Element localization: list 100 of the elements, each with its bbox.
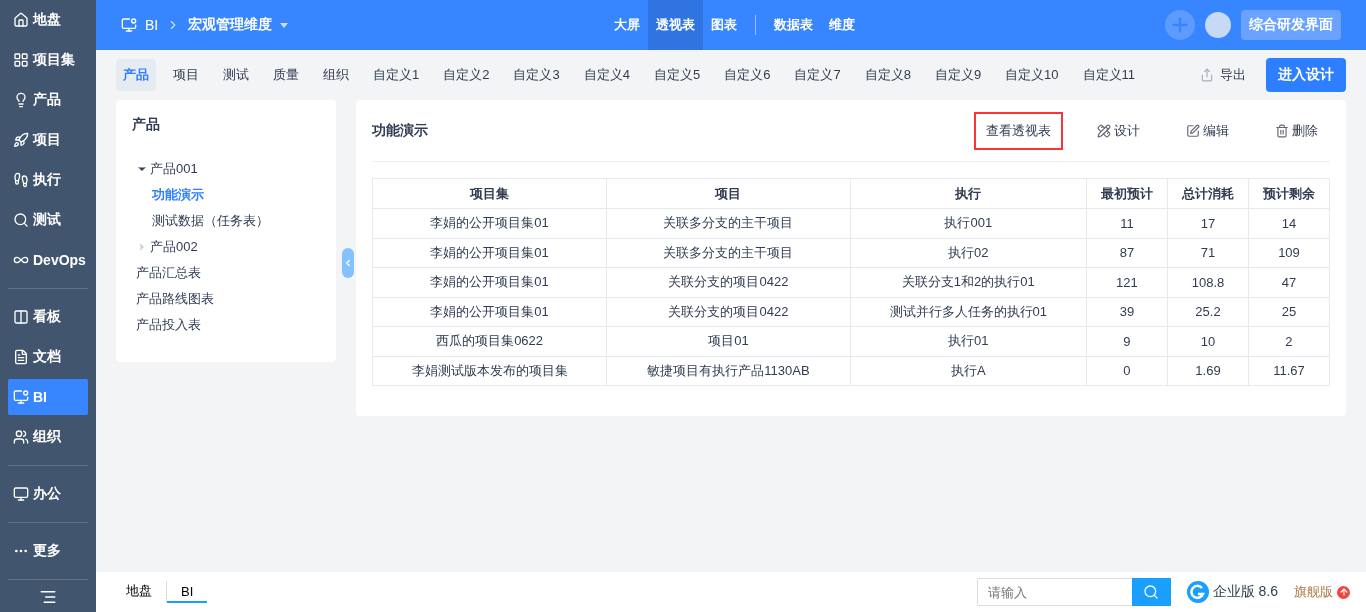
category-tab[interactable]: 测试 xyxy=(216,59,256,91)
category-tab[interactable]: 自定义1 xyxy=(366,59,427,91)
category-tab[interactable]: 自定义5 xyxy=(646,59,708,91)
nav-tab[interactable]: 数据表 xyxy=(766,0,821,50)
grid-icon xyxy=(13,52,29,68)
tree-item[interactable]: 测试数据（任务表） xyxy=(132,208,320,234)
sidebar-item[interactable]: 组织 xyxy=(8,419,88,455)
column-header: 总计消耗 xyxy=(1167,178,1249,209)
column-header: 项目集 xyxy=(372,178,607,209)
table-cell: 25.2 xyxy=(1167,297,1249,327)
category-tab[interactable]: 质量 xyxy=(266,59,306,91)
table-cell: 测试并行多人任务的执行01 xyxy=(850,297,1087,327)
table-cell: 敏捷项目有执行产品1130AB xyxy=(606,356,851,386)
category-tab[interactable]: 自定义9 xyxy=(927,59,989,91)
app-name[interactable]: BI xyxy=(145,17,159,33)
category-tab[interactable]: 自定义7 xyxy=(787,59,848,91)
table-cell: 关联分支1和2的执行01 xyxy=(850,267,1087,297)
column-header: 预计剩余 xyxy=(1248,178,1330,209)
sidebar-item[interactable]: 测试 xyxy=(8,202,88,238)
columns-icon xyxy=(13,309,29,325)
table-cell: 关联多分支的主干项目 xyxy=(606,208,851,238)
sidebar-item[interactable]: 地盘 xyxy=(8,2,88,38)
table-cell: 李娟的公开项目集01 xyxy=(372,297,607,327)
sidebar-item[interactable]: 更多 xyxy=(8,533,88,569)
edition-label: 企业版 8.6 xyxy=(1212,583,1278,601)
footer-tab[interactable]: 地盘 xyxy=(112,581,167,603)
sidebar-item[interactable]: BI xyxy=(8,379,88,415)
table-cell: 109 xyxy=(1248,238,1330,268)
monitor-icon xyxy=(121,17,137,33)
table-cell: 李娟的公开项目集01 xyxy=(372,238,607,268)
sidebar-item[interactable]: 项目 xyxy=(8,122,88,158)
category-tab[interactable]: 自定义6 xyxy=(717,59,778,91)
column-header: 最初预计 xyxy=(1086,178,1168,209)
dropdown-caret-icon[interactable] xyxy=(280,22,289,28)
action-button[interactable]: 查看透视表 xyxy=(974,111,1063,150)
nav-tab[interactable]: 大屏 xyxy=(606,0,648,50)
collapse-handle[interactable] xyxy=(342,248,354,278)
table-cell: 执行01 xyxy=(850,326,1087,356)
category-tab[interactable]: 自定义10 xyxy=(998,59,1066,91)
category-tab[interactable]: 自定义11 xyxy=(1075,59,1143,91)
table-cell: 关联分支的项目0422 xyxy=(606,297,851,327)
footer-tab[interactable]: BI xyxy=(167,581,208,603)
tree-item[interactable]: 产品路线图表 xyxy=(132,286,320,312)
action-button[interactable]: 删除 xyxy=(1263,111,1330,150)
table-cell: 47 xyxy=(1248,267,1330,297)
table-cell: 李娟的公开项目集01 xyxy=(372,267,607,297)
sidebar-item[interactable]: DevOps xyxy=(8,242,88,278)
sidebar-item[interactable]: 看板 xyxy=(8,299,88,335)
sidebar-item[interactable]: 执行 xyxy=(8,162,88,198)
table-cell: 1.69 xyxy=(1167,356,1249,386)
tree-title: 产品 xyxy=(132,116,161,134)
home-icon xyxy=(13,12,29,28)
search-field[interactable]: 请输入 xyxy=(976,578,1132,606)
table-cell: 87 xyxy=(1086,238,1168,268)
sidebar-item[interactable]: 项目集 xyxy=(8,42,88,78)
upgrade-link[interactable]: 旗舰版 xyxy=(1294,583,1350,601)
pencil-ruler-icon xyxy=(1097,123,1111,138)
sidebar-item[interactable]: 办公 xyxy=(8,476,88,512)
rocket-icon xyxy=(13,132,29,148)
sidebar-item[interactable]: 产品 xyxy=(8,82,88,118)
table-cell: 关联多分支的主干项目 xyxy=(606,238,851,268)
category-tab[interactable]: 组织 xyxy=(316,59,356,91)
category-tab[interactable]: 自定义8 xyxy=(857,59,918,91)
tree-item[interactable]: 功能演示 xyxy=(132,182,320,208)
avatar[interactable] xyxy=(1205,12,1231,38)
breadcrumb-dropdown[interactable]: 宏观管理维度 xyxy=(188,16,273,34)
tree-item[interactable]: 产品投入表 xyxy=(132,312,320,338)
nav-tab[interactable]: 维度 xyxy=(821,0,863,50)
category-tab[interactable]: 项目 xyxy=(166,59,206,91)
column-header: 执行 xyxy=(850,178,1087,209)
search-button[interactable] xyxy=(1131,578,1171,606)
category-tab[interactable]: 自定义3 xyxy=(506,59,567,91)
tree-item[interactable]: 产品001 xyxy=(132,156,320,182)
users-icon xyxy=(13,429,29,445)
monitor-icon xyxy=(13,486,29,502)
table-cell: 关联分支的项目0422 xyxy=(606,267,851,297)
table-cell: 9 xyxy=(1086,326,1168,356)
tree-item[interactable]: 产品汇总表 xyxy=(132,260,320,286)
search-icon xyxy=(13,212,29,228)
category-tab[interactable]: 自定义4 xyxy=(576,59,637,91)
category-tab[interactable]: 自定义2 xyxy=(436,59,497,91)
table-cell: 108.8 xyxy=(1167,267,1249,297)
chevron-left-icon xyxy=(343,258,353,268)
table-cell: 西瓜的项目集0622 xyxy=(372,326,607,356)
export-button[interactable]: 导出 xyxy=(1200,66,1246,84)
nav-tab[interactable]: 图表 xyxy=(703,0,745,50)
nav-tab[interactable]: 透视表 xyxy=(648,0,703,50)
table-cell: 10 xyxy=(1167,326,1249,356)
action-button[interactable]: 设计 xyxy=(1085,111,1152,150)
trash-icon xyxy=(1275,123,1289,138)
tree-item[interactable]: 产品002 xyxy=(132,234,320,260)
lightbulb-icon xyxy=(13,92,29,108)
menu-icon[interactable] xyxy=(39,588,57,606)
action-button[interactable]: 编辑 xyxy=(1174,111,1241,150)
share-icon xyxy=(1200,68,1214,82)
edit-icon xyxy=(1186,123,1200,138)
table-cell: 李娟的公开项目集01 xyxy=(372,208,607,238)
table-cell: 25 xyxy=(1248,297,1330,327)
enter-design-button[interactable]: 进入设计 xyxy=(1266,58,1346,92)
sidebar-item[interactable]: 文档 xyxy=(8,339,88,375)
